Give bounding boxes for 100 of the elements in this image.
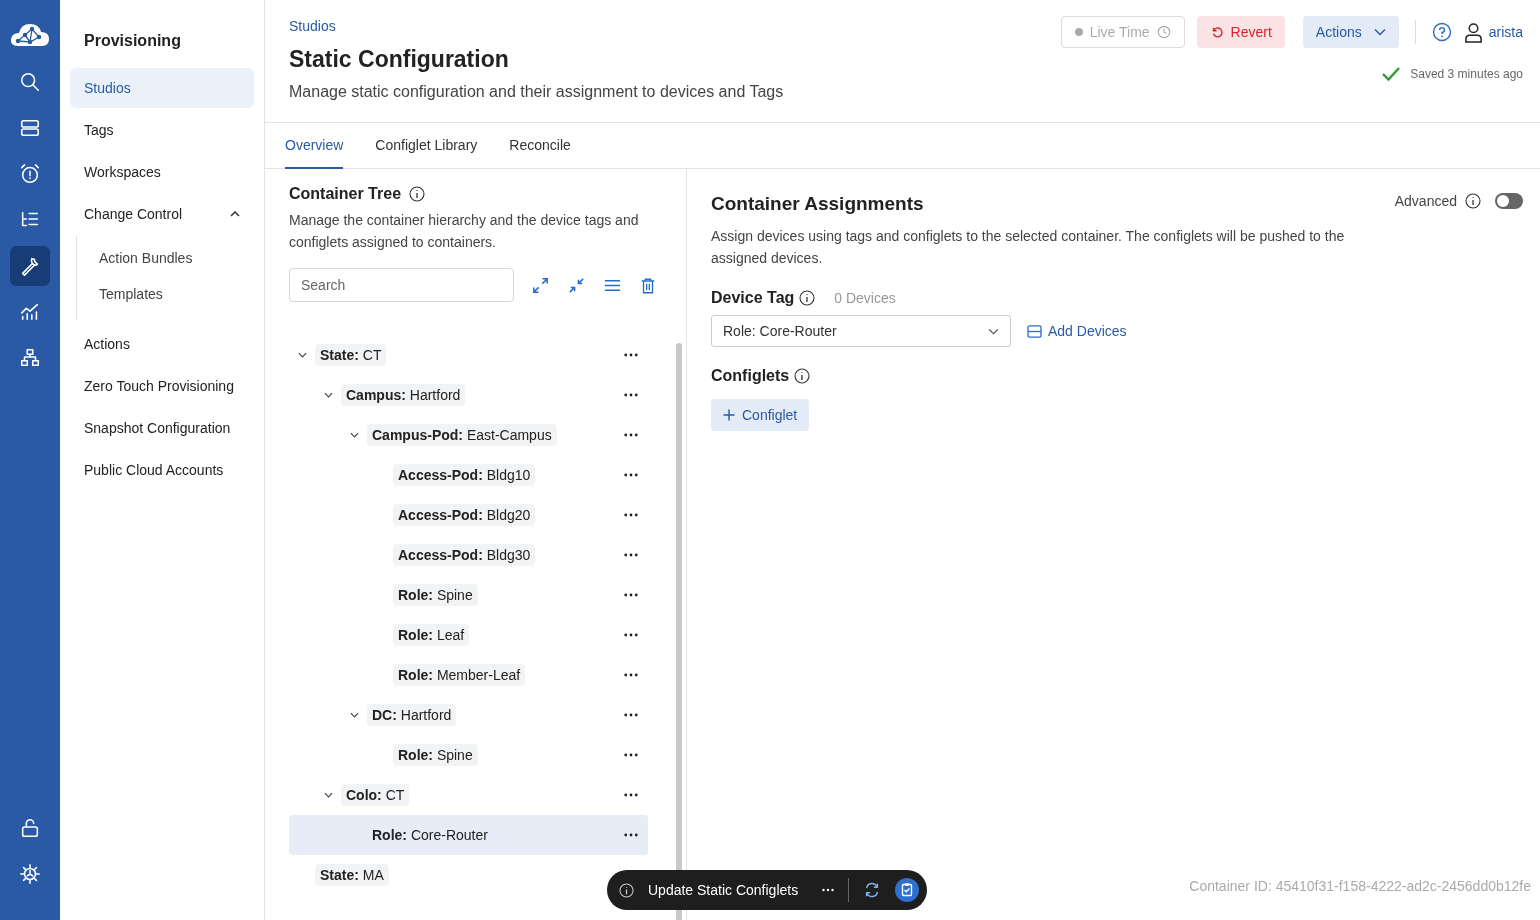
tree-node[interactable]: Access-Pod: Bldg10 [289,455,648,495]
clipboard-check-icon[interactable] [895,878,920,902]
nav-item[interactable]: Zero Touch Provisioning [70,366,254,406]
tree-node[interactable]: Role: Spine [289,575,648,615]
node-label: Role: Spine [393,584,478,606]
more-icon[interactable] [624,473,638,477]
panel-title: Container Assignments [711,193,924,215]
user-icon[interactable] [1463,21,1483,43]
node-label: Role: Spine [393,744,478,766]
chevron-down-icon [988,327,999,335]
more-icon[interactable] [624,593,638,597]
node-label: Access-Pod: Bldg10 [393,464,536,486]
tab[interactable]: Reconcile [509,123,571,169]
more-icon[interactable] [624,633,638,637]
node-label: Campus: Hartford [341,384,466,406]
nav-item[interactable]: Change Control [70,194,254,234]
add-configlet-button[interactable]: Configlet [711,399,810,431]
info-icon[interactable] [794,368,811,384]
tab[interactable]: Overview [285,123,344,169]
nav-item[interactable]: Workspaces [70,152,254,192]
node-label: Role: Core-Router [371,826,489,845]
chevron-down-icon [1373,28,1386,36]
field-label: Configlets [711,367,790,385]
toast-label: Update Static Configlets [648,882,799,898]
tab[interactable]: Configlet Library [375,123,478,169]
tree-node[interactable]: Colo: CT [289,775,648,815]
nav-item[interactable]: Public Cloud Accounts [70,450,254,490]
tree-node[interactable]: State: CT [289,335,648,375]
nav-subitem[interactable]: Templates [77,276,254,312]
chevron-icon[interactable] [297,352,307,358]
tree-node[interactable]: Role: Leaf [289,615,648,655]
plus-icon [723,409,735,421]
more-icon[interactable] [624,673,638,677]
nav-item[interactable]: Tags [70,110,254,150]
chevron-icon[interactable] [323,392,333,398]
chevron-icon[interactable] [323,792,333,798]
revert-button[interactable]: Revert [1196,16,1285,48]
device-tag-dropdown[interactable]: Role: Core-Router [711,315,1011,347]
tree-node[interactable]: Role: Core-Router [289,815,648,855]
search-field[interactable]: Search [289,268,514,302]
actions-button[interactable]: Actions [1302,16,1399,48]
more-icon[interactable] [624,433,638,437]
tree-node[interactable]: Access-Pod: Bldg30 [289,535,648,575]
info-icon[interactable] [409,186,426,202]
wrench-icon[interactable] [10,246,50,286]
more-icon[interactable] [624,713,638,717]
toggle-switch[interactable] [1495,193,1523,209]
more-icon[interactable] [822,888,835,892]
tree-node[interactable]: Access-Pod: Bldg20 [289,495,648,535]
node-label: State: CT [315,344,387,366]
checkmark-icon [1381,66,1402,82]
tree-node[interactable]: Campus: Hartford [289,375,648,415]
node-label: Colo: CT [341,784,410,806]
node-label: Campus-Pod: East-Campus [367,424,557,446]
tree-node[interactable]: DC: Hartford [289,695,648,735]
container-id: Container ID: 45410f31-f158-4222-ad2c-2456dd0b12fe [1189,878,1531,894]
tree-node[interactable]: Role: Spine [289,735,648,775]
nav-title: Provisioning [83,31,182,51]
breadcrumb-link[interactable]: Studios [289,18,336,34]
panel-description: Manage the container hierarchy and the device tags and configlets assigned to containers. [289,211,640,252]
nav-item[interactable]: Snapshot Configuration [70,408,254,448]
cloud-logo-icon [10,22,50,48]
device-count: 0 Devices [834,290,896,306]
more-icon[interactable] [624,393,638,397]
node-label: Role: Leaf [393,624,470,646]
nav-item[interactable]: Studios [70,68,254,108]
node-label: DC: Hartford [367,704,457,726]
status-dot-icon [1074,28,1083,36]
user-link[interactable]: arista [1488,24,1523,40]
node-label: State: MA [315,864,389,886]
help-icon[interactable] [1431,22,1452,42]
more-icon[interactable] [624,553,638,557]
more-icon[interactable] [624,833,638,837]
clock-icon [1156,25,1171,39]
nav-item[interactable]: Actions [70,324,254,364]
tree-node[interactable]: Role: Member-Leaf [289,655,648,695]
tree-node[interactable]: State: MA [289,855,648,895]
info-icon[interactable] [799,290,816,306]
more-icon[interactable] [624,793,638,797]
more-icon[interactable] [624,513,638,517]
panel-description: Assign devices using tags and configlets to the selected container. The configlets will be pushed to the assigned devices. [711,227,1346,268]
page-title: Static Configuration [289,46,510,73]
chevron-icon[interactable] [349,712,359,718]
more-icon[interactable] [624,353,638,357]
advanced-label: Advanced [1394,193,1457,209]
more-icon[interactable] [624,753,638,757]
collapse-icon[interactable] [567,275,586,295]
node-label: Access-Pod: Bldg30 [393,544,536,566]
node-label: Role: Member-Leaf [393,664,526,686]
list-box-icon [1027,324,1042,338]
expand-icon[interactable] [531,275,550,295]
panel-title: Container Tree [289,185,402,203]
tree-node[interactable]: Campus-Pod: East-Campus [289,415,648,455]
info-icon[interactable] [1465,193,1481,209]
node-label: Access-Pod: Bldg20 [393,504,536,526]
nav-subitem[interactable]: Action Bundles [77,240,254,276]
add-devices-link[interactable]: Add Devices [1027,323,1127,339]
chevron-icon[interactable] [349,432,359,438]
page-subtitle: Manage static configuration and their assignment to devices and Tags [289,83,784,101]
field-label: Device Tag [711,289,795,307]
